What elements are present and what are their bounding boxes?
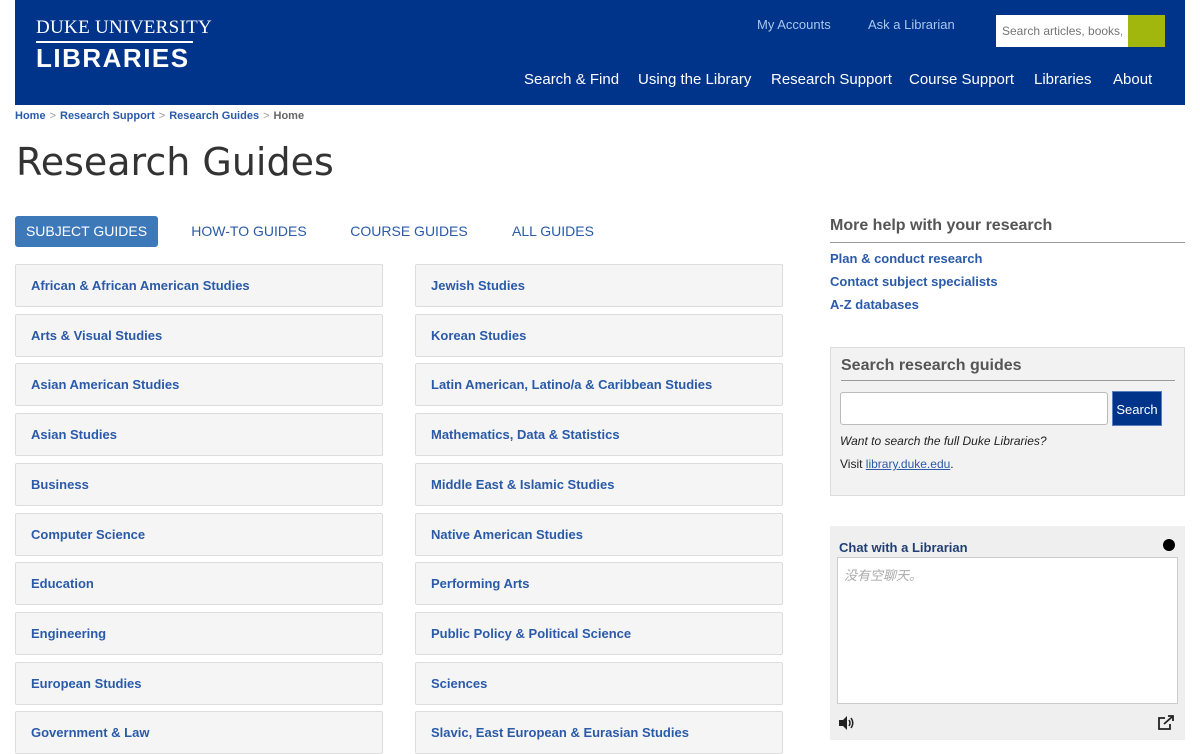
breadcrumb-separator: >	[158, 110, 166, 122]
chat-widget: Chat with a Librarian 没有空聊天。	[830, 526, 1185, 740]
guide-link[interactable]: Government & Law	[31, 725, 149, 740]
guide-link[interactable]: Computer Science	[31, 527, 145, 542]
guide-card[interactable]: African & African American Studies	[15, 264, 383, 307]
guide-link[interactable]: Korean Studies	[431, 328, 526, 343]
breadcrumb-separator: >	[49, 110, 56, 122]
duke-libraries-logo[interactable]: DUKE UNIVERSITY LIBRARIES	[36, 18, 212, 71]
nav-course-support[interactable]: Course Support	[909, 71, 1014, 88]
guide-card[interactable]: Performing Arts	[415, 562, 783, 606]
guide-link[interactable]: Business	[31, 477, 89, 492]
guide-card[interactable]: Asian Studies	[15, 413, 383, 457]
nav-libraries[interactable]: Libraries	[1034, 71, 1092, 88]
nav-search-find[interactable]: Search & Find	[524, 71, 619, 88]
ask-librarian-link[interactable]: Ask a Librarian	[868, 17, 955, 32]
guide-card[interactable]: Slavic, East European & Eurasian Studies	[415, 711, 783, 754]
popout-icon[interactable]	[1157, 715, 1175, 731]
guide-card[interactable]: Government & Law	[15, 711, 383, 754]
speaker-icon[interactable]	[838, 715, 855, 731]
guide-link[interactable]: Asian American Studies	[31, 377, 179, 392]
visit-prefix: Visit	[840, 457, 866, 471]
az-databases-link[interactable]: A-Z databases	[830, 297, 1185, 312]
guide-link[interactable]: Asian Studies	[31, 427, 117, 442]
guide-card[interactable]: Arts & Visual Studies	[15, 313, 383, 357]
guide-link[interactable]: African & African American Studies	[31, 278, 250, 293]
chat-message-area[interactable]: 没有空聊天。	[837, 557, 1178, 704]
guide-link[interactable]: Arts & Visual Studies	[31, 328, 162, 343]
breadcrumb-current: Home	[273, 110, 305, 122]
breadcrumb-research-support[interactable]: Research Support	[60, 110, 155, 122]
logo-line2: LIBRARIES	[36, 43, 190, 73]
guide-link[interactable]: European Studies	[31, 676, 142, 691]
search-guides-panel: Search research guides Search Want to se…	[830, 347, 1185, 496]
contact-specialists-link[interactable]: Contact subject specialists	[830, 274, 1185, 289]
guide-link[interactable]: Native American Studies	[431, 527, 583, 542]
tab-course-guides[interactable]: COURSE GUIDES	[340, 216, 478, 247]
guide-card[interactable]: European Studies	[15, 661, 383, 705]
breadcrumb-research-guides[interactable]: Research Guides	[169, 110, 259, 122]
guide-link[interactable]: Education	[31, 576, 94, 591]
more-help-title: More help with your research	[830, 217, 1185, 243]
guide-link[interactable]: Engineering	[31, 626, 106, 641]
guide-link[interactable]: Public Policy & Political Science	[431, 626, 631, 641]
nav-about[interactable]: About	[1113, 71, 1152, 88]
visit-suffix: .	[950, 457, 954, 471]
guide-card[interactable]: Sciences	[415, 661, 783, 705]
guide-link[interactable]: Slavic, East European & Eurasian Studies	[431, 725, 689, 740]
search-guides-title: Search research guides	[841, 357, 1175, 381]
guide-card[interactable]: Latin American, Latino/a & Caribbean Stu…	[415, 363, 783, 407]
logo-line1: DUKE UNIVERSITY	[36, 17, 213, 38]
chat-title: Chat with a Librarian	[839, 540, 968, 555]
search-guides-button[interactable]: Search	[1112, 391, 1162, 426]
guide-card[interactable]: Engineering	[15, 611, 383, 655]
site-header: DUKE UNIVERSITY LIBRARIES My Accounts As…	[15, 0, 1185, 105]
visit-line: Visit library.duke.edu.	[840, 457, 954, 471]
guide-card[interactable]: Asian American Studies	[15, 363, 383, 407]
guide-card[interactable]: Native American Studies	[415, 512, 783, 556]
site-search-button[interactable]	[1128, 15, 1165, 47]
my-accounts-link[interactable]: My Accounts	[757, 17, 831, 32]
breadcrumb-separator: >	[263, 110, 270, 122]
library-duke-link[interactable]: library.duke.edu	[866, 457, 951, 471]
tab-all-guides[interactable]: ALL GUIDES	[498, 216, 608, 247]
breadcrumb-home[interactable]: Home	[15, 110, 46, 122]
guide-link[interactable]: Performing Arts	[431, 576, 529, 591]
guide-card[interactable]: Business	[15, 462, 383, 506]
guide-card[interactable]: Computer Science	[15, 512, 383, 556]
search-guides-input[interactable]	[840, 392, 1108, 425]
search-full-note: Want to search the full Duke Libraries?	[840, 434, 1047, 448]
chat-status-icon	[1163, 539, 1175, 551]
guide-card[interactable]: Public Policy & Political Science	[415, 611, 783, 655]
nav-research-support[interactable]: Research Support	[771, 71, 892, 88]
guide-link[interactable]: Mathematics, Data & Statistics	[431, 427, 620, 442]
breadcrumb: Home > Research Support > Research Guides > Ho…	[15, 110, 304, 122]
chat-placeholder: 没有空聊天。	[844, 568, 923, 583]
plan-research-link[interactable]: Plan & conduct research	[830, 251, 1185, 266]
more-help-panel: More help with your research Plan & cond…	[830, 217, 1185, 312]
guide-link[interactable]: Latin American, Latino/a & Caribbean Stu…	[431, 377, 712, 392]
guide-card[interactable]: Jewish Studies	[415, 264, 783, 307]
tab-how-to-guides[interactable]: HOW-TO GUIDES	[178, 216, 320, 247]
guide-link[interactable]: Middle East & Islamic Studies	[431, 477, 615, 492]
tab-subject-guides[interactable]: SUBJECT GUIDES	[15, 216, 158, 247]
guide-card[interactable]: Mathematics, Data & Statistics	[415, 413, 783, 457]
guide-card[interactable]: Education	[15, 562, 383, 606]
site-search-input[interactable]	[996, 15, 1128, 47]
guide-card[interactable]: Middle East & Islamic Studies	[415, 462, 783, 506]
guide-card[interactable]: Korean Studies	[415, 313, 783, 357]
guide-link[interactable]: Jewish Studies	[431, 278, 525, 293]
page-title: Research Guides	[16, 140, 334, 184]
guide-link[interactable]: Sciences	[431, 676, 487, 691]
nav-using-library[interactable]: Using the Library	[638, 71, 751, 88]
